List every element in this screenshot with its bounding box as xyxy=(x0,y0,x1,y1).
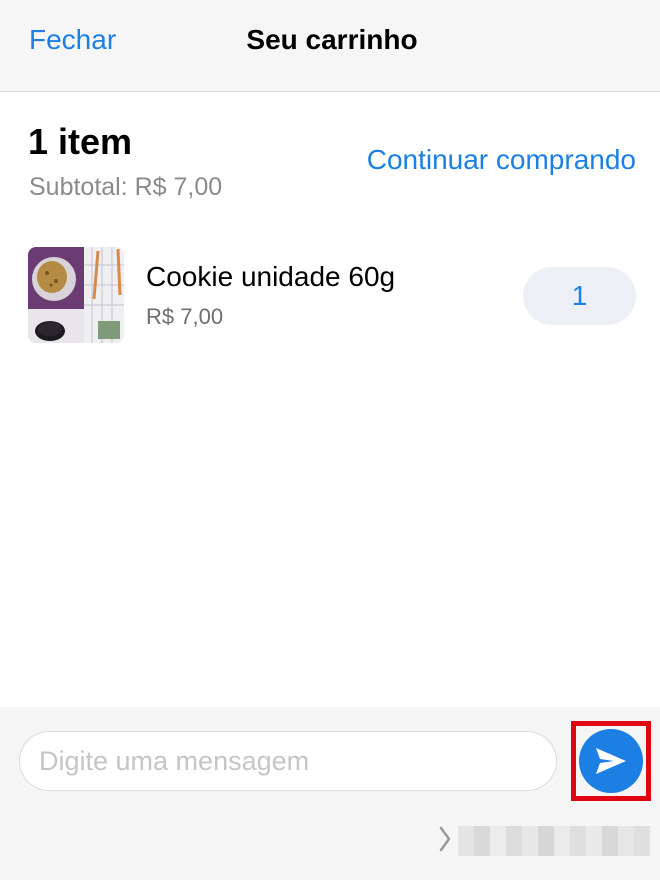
chevron-right-icon[interactable] xyxy=(437,824,453,854)
message-input[interactable] xyxy=(19,731,557,791)
product-price: R$ 7,00 xyxy=(146,304,224,329)
cookie-plate-photo xyxy=(28,247,124,343)
header-bar: Fechar Seu carrinho xyxy=(0,0,660,92)
page-title: Seu carrinho xyxy=(246,24,418,55)
cart-subtotal: Subtotal: R$ 7,00 xyxy=(29,173,223,201)
blurred-footer-text xyxy=(458,826,650,856)
product-thumbnail[interactable] xyxy=(28,247,124,343)
continue-shopping-link[interactable]: Continuar comprando xyxy=(367,144,636,176)
send-arrow-icon xyxy=(596,748,626,774)
quantity-selector[interactable]: 1 xyxy=(523,267,636,325)
send-button[interactable] xyxy=(579,729,643,793)
product-name[interactable]: Cookie unidade 60g xyxy=(146,261,395,293)
cart-item-count: 1 item xyxy=(28,121,133,162)
